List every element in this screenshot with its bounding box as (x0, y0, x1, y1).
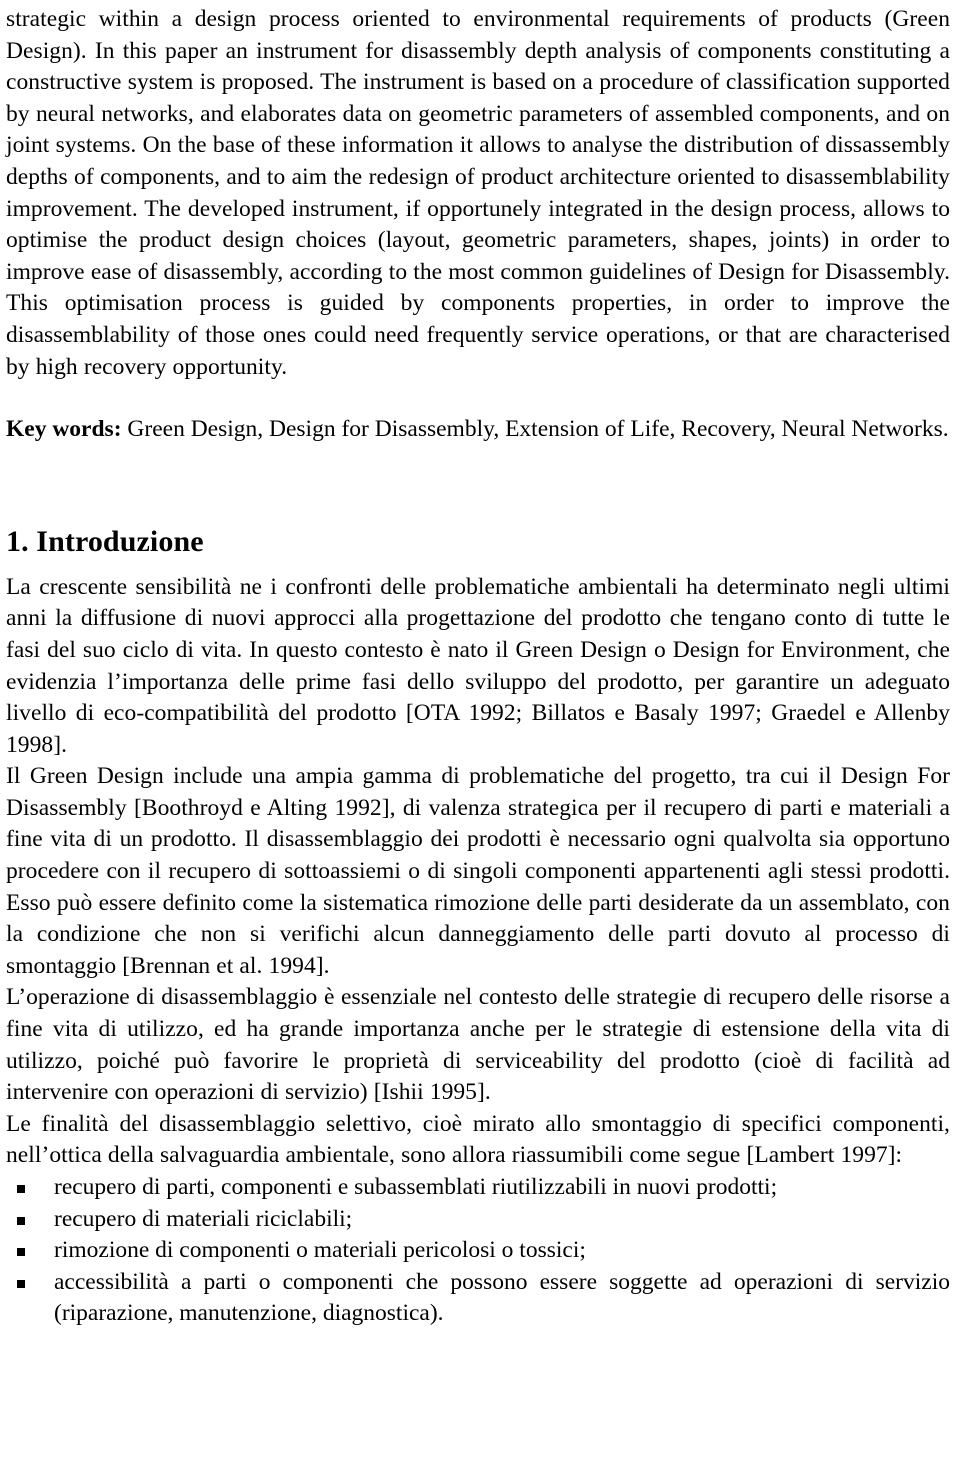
list-item: rimozione di componenti o materiali peri… (6, 1235, 950, 1267)
introduction-body: La crescente sensibilità ne i confronti … (6, 568, 950, 1172)
abstract-block: strategic within a design process orient… (6, 0, 950, 383)
list-item-label: accessibilità a parti o componenti che p… (54, 1268, 950, 1327)
intro-paragraph-4: Le finalità del disassemblaggio selettiv… (6, 1110, 950, 1169)
list-item-label: recupero di parti, componenti e subassem… (54, 1174, 778, 1200)
keywords-line: Key words: Green Design, Design for Disa… (6, 383, 950, 446)
square-bullet-icon (17, 1185, 25, 1193)
list-item: recupero di parti, componenti e subassem… (6, 1172, 950, 1204)
keywords-value: Green Design, Design for Disassembly, Ex… (121, 416, 949, 443)
square-bullet-icon (17, 1216, 25, 1225)
objectives-list: recupero di parti, componenti e subassem… (6, 1172, 950, 1330)
document-page: strategic within a design process orient… (0, 0, 960, 1459)
intro-paragraph-2: Il Green Design include una ampia gamma … (6, 763, 950, 979)
section-heading: 1. Introduzione (6, 524, 204, 558)
square-bullet-icon (17, 1279, 25, 1288)
square-bullet-icon (17, 1248, 25, 1257)
keywords-label: Key words: (6, 416, 122, 443)
list-item-label: rimozione di componenti o materiali peri… (54, 1237, 586, 1264)
list-item: accessibilità a parti o componenti che p… (6, 1267, 950, 1330)
abstract-paragraph: strategic within a design process orient… (6, 6, 950, 380)
list-item-label: recupero di materiali riciclabili; (54, 1205, 353, 1232)
intro-paragraph-3: L’operazione di disassemblaggio è essenz… (6, 984, 950, 1106)
list-item: recupero di materiali riciclabili; (6, 1204, 950, 1236)
intro-paragraph-1: La crescente sensibilità ne i confronti … (6, 573, 950, 758)
